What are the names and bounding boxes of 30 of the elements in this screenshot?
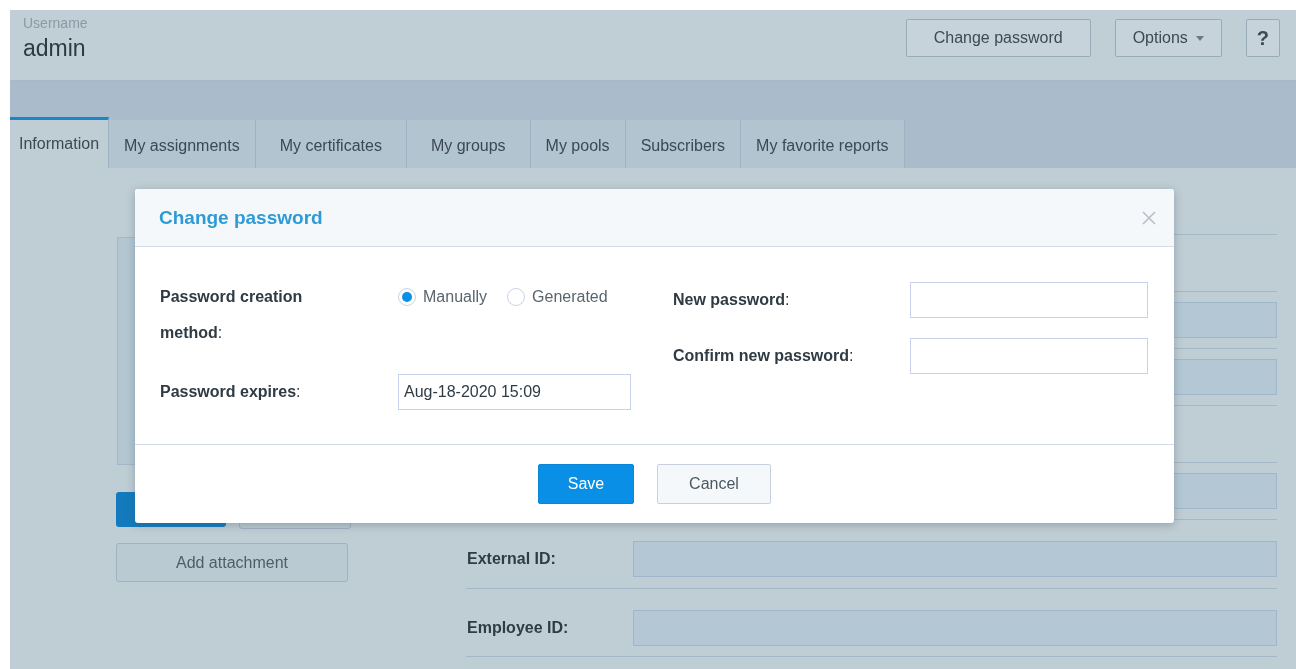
date-field[interactable]: Aug-18-2020 15:09 [398,374,631,410]
close-icon[interactable] [1142,210,1156,225]
change-password-button[interactable]: Change password [905,19,1091,57]
password-field[interactable] [910,338,1148,374]
add-attachment-button[interactable]: Add attachment [116,543,348,582]
field-label: Password expires: [160,382,302,402]
tab[interactable]: My pools [530,120,626,168]
field-label: Confirm new password: [673,346,855,366]
caret-icon [1195,35,1204,41]
password-field[interactable] [910,282,1148,318]
input-field[interactable] [633,541,1277,577]
radio-option[interactable]: Manually [398,288,488,306]
field-label: New password: [673,290,791,310]
tab[interactable]: My groups [406,120,531,168]
username: admin [23,35,87,62]
field-label: External ID: [466,550,557,568]
cancel-button[interactable]: Cancel [657,464,771,504]
tab[interactable]: My favorite reports [741,120,905,168]
input-field[interactable] [633,609,1277,646]
tab[interactable]: Information [10,117,110,168]
radio-option[interactable]: Generated [507,288,608,306]
tab[interactable]: My certificates [255,120,407,168]
dialog-title: Change password [159,206,323,229]
field-label: Employee ID: [466,618,570,637]
options-button[interactable]: Options [1114,19,1222,57]
save-button[interactable]: Save [538,464,634,504]
tab[interactable]: Subscribers [625,120,742,168]
help-button[interactable]: ? [1245,19,1280,57]
field-label: Password creation method: [160,287,304,343]
tab[interactable]: My assignments [109,120,256,168]
